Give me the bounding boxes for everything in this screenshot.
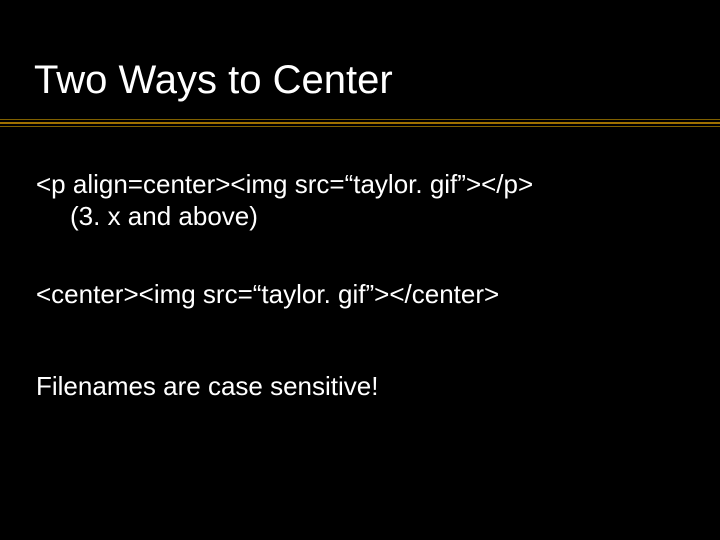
body-line-3: <center><img src=“taylor. gif”></center> xyxy=(36,278,499,311)
slide: Two Ways to Center <p align=center><img … xyxy=(0,0,720,540)
body-line-2: (3. x and above) xyxy=(70,200,258,233)
body-line-4: Filenames are case sensitive! xyxy=(36,370,378,403)
title-underline xyxy=(0,119,720,127)
body-line-1: <p align=center><img src=“taylor. gif”><… xyxy=(36,168,533,201)
slide-title: Two Ways to Center xyxy=(34,58,393,103)
